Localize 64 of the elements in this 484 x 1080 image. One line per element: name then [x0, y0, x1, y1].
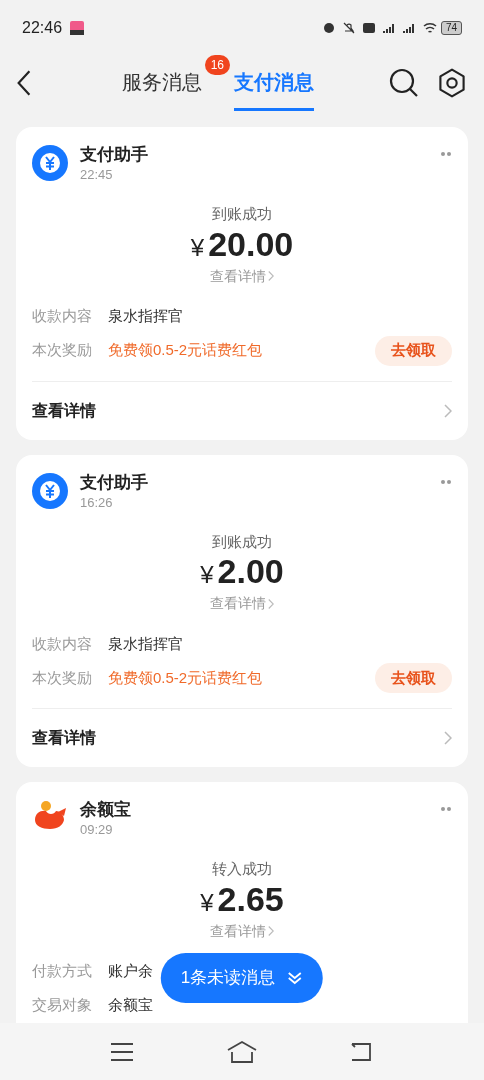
- details-link[interactable]: 查看详情: [210, 265, 274, 287]
- tab[interactable]: 支付消息: [234, 55, 314, 111]
- back-icon[interactable]: [16, 69, 32, 97]
- claim-button[interactable]: 去领取: [375, 335, 452, 366]
- search-icon[interactable]: [388, 67, 420, 99]
- currency-symbol: ¥: [200, 560, 214, 590]
- field-value: 免费领0.5-2元话费红包: [108, 340, 263, 361]
- chevron-right-icon: [444, 731, 452, 745]
- settings-icon[interactable]: [436, 67, 468, 99]
- status-text: 转入成功: [212, 859, 272, 879]
- details-link[interactable]: 查看详情: [210, 593, 274, 614]
- double-chevron-down-icon: [287, 970, 304, 986]
- chevron-right-icon: [268, 925, 274, 937]
- message-time: 16:26: [80, 494, 114, 511]
- currency-symbol: ¥: [200, 887, 214, 918]
- tab[interactable]: 服务消息: [122, 55, 202, 111]
- clock: 22:46: [22, 17, 63, 38]
- footer-text[interactable]: 查看详情: [32, 398, 96, 423]
- more-icon[interactable]: [440, 478, 452, 485]
- status-text: 到账成功: [212, 204, 272, 224]
- chevron-right-icon: [444, 403, 452, 418]
- field-label: 收款内容: [32, 633, 92, 654]
- menu-icon[interactable]: [110, 1041, 134, 1062]
- sender-name: 支付助手: [80, 471, 149, 494]
- field-label: 交易对象: [32, 995, 92, 1016]
- footer-text[interactable]: 查看详情: [32, 726, 96, 750]
- battery-indicator: 74: [440, 20, 462, 35]
- signal-icon: [402, 21, 415, 34]
- status-text: 到账成功: [212, 531, 272, 552]
- field-label: 收款内容: [32, 306, 92, 327]
- chevron-right-icon: [268, 270, 274, 282]
- message-time: 22:45: [80, 167, 114, 183]
- field-value: 余额宝: [108, 995, 153, 1016]
- details-link[interactable]: 查看详情: [210, 920, 274, 942]
- amount: 2.00: [217, 551, 284, 591]
- signal-icon: [382, 21, 395, 34]
- more-icon[interactable]: [440, 151, 452, 157]
- currency-symbol: ¥: [190, 232, 205, 263]
- unread-badge: 16: [204, 55, 230, 75]
- footer-row[interactable]: 查看详情: [32, 709, 452, 767]
- back-icon[interactable]: [350, 1041, 374, 1062]
- amount: 2.65: [217, 878, 284, 919]
- field-value: 免费领0.5-2元话费红包: [108, 667, 263, 688]
- field-label: 付款方式: [32, 961, 92, 982]
- home-icon[interactable]: [226, 1039, 258, 1064]
- field-value: 账户余: [108, 961, 153, 982]
- field-label: 本次奖励: [32, 667, 92, 688]
- field-value: 泉水指挥官: [108, 306, 183, 327]
- unread-messages-button[interactable]: 1条未读消息: [160, 953, 324, 1003]
- chevron-right-icon: [268, 597, 274, 610]
- field-value: 泉水指挥官: [108, 633, 183, 654]
- claim-button[interactable]: 去领取: [375, 663, 452, 693]
- more-icon[interactable]: [440, 806, 452, 812]
- amount: 20.00: [208, 223, 294, 264]
- yen-icon: [32, 472, 68, 509]
- mute-icon: [342, 21, 355, 34]
- field-label: 本次奖励: [32, 340, 92, 361]
- footer-row[interactable]: 查看详情: [32, 381, 452, 440]
- message-time: 09:29: [80, 822, 114, 838]
- wifi-icon: [422, 21, 437, 34]
- sender-name: 余额宝: [80, 799, 132, 821]
- sender-name: 支付助手: [80, 144, 149, 166]
- yen-icon: [32, 145, 68, 181]
- app-icon: [70, 20, 85, 35]
